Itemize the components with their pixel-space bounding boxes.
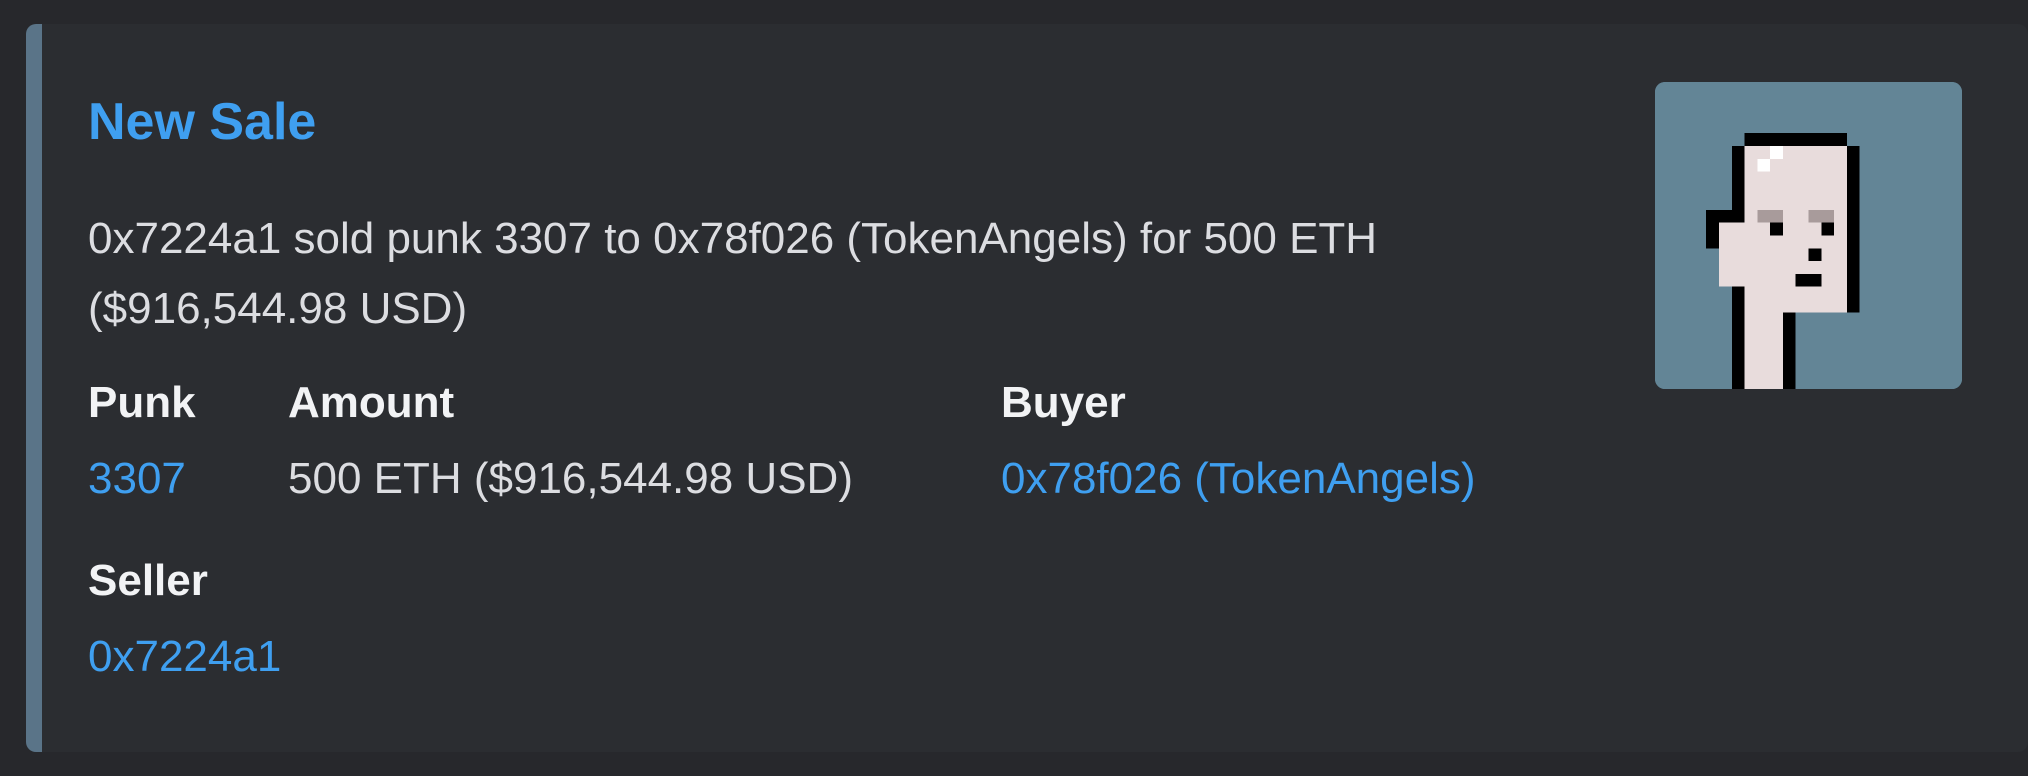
cryptopunk-avatar-icon <box>1655 82 1962 389</box>
description-line-1: 0x7224a1 sold punk 3307 to 0x78f026 (Tok… <box>88 214 1378 263</box>
field-seller-name: Seller <box>88 556 208 605</box>
punk-thumbnail[interactable] <box>1655 82 1962 389</box>
field-buyer: Buyer 0x78f026 (TokenAngels) <box>1001 375 1476 507</box>
description-line-2: ($916,544.98 USD) <box>88 284 468 333</box>
field-buyer-name: Buyer <box>1001 378 1126 427</box>
field-punk-name: Punk <box>88 378 196 427</box>
embed-description: 0x7224a1 sold punk 3307 to 0x78f026 (Tok… <box>88 204 1588 344</box>
buyer-address-link[interactable]: 0x78f026 (TokenAngels) <box>1001 451 1476 507</box>
embed-title[interactable]: New Sale <box>88 92 316 152</box>
field-punk: Punk 3307 <box>88 375 196 507</box>
field-seller: Seller 0x7224a1 <box>88 553 281 685</box>
field-amount: Amount 500 ETH ($916,544.98 USD) <box>288 375 853 507</box>
amount-value: 500 ETH ($916,544.98 USD) <box>288 454 853 503</box>
punk-id-link[interactable]: 3307 <box>88 451 196 507</box>
field-amount-name: Amount <box>288 378 455 427</box>
seller-address-link[interactable]: 0x7224a1 <box>88 629 281 685</box>
